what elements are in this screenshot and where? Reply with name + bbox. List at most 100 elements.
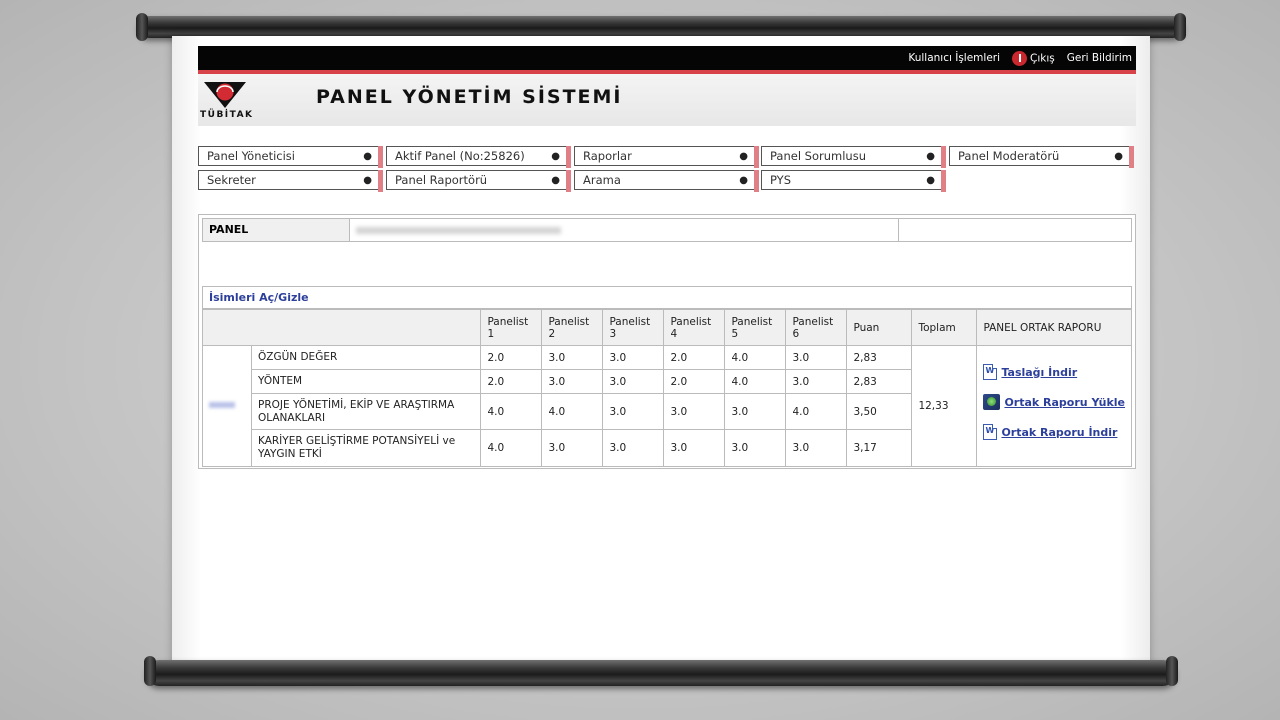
puan-cell: 3,17 bbox=[846, 429, 913, 467]
score-cell: 4.0 bbox=[480, 393, 543, 430]
score-cell: 4.0 bbox=[541, 393, 604, 430]
menu-panel-sorumlusu[interactable]: Panel Sorumlusu ● bbox=[761, 146, 946, 168]
dropdown-bullet-icon: ● bbox=[551, 151, 560, 162]
score-cell: 3.0 bbox=[541, 345, 604, 370]
menu-label: Aktif Panel (No:25826) bbox=[395, 149, 525, 163]
panel-name-redacted bbox=[350, 219, 899, 241]
score-cell: 4.0 bbox=[724, 369, 787, 394]
top-bar: Kullanıcı İşlemleri Çıkış Geri Bildirim bbox=[198, 46, 1136, 74]
feedback-link[interactable]: Geri Bildirim bbox=[1067, 52, 1132, 64]
page-title: PANEL YÖNETİM SİSTEMİ bbox=[316, 86, 623, 108]
panel-label: PANEL bbox=[203, 219, 350, 241]
score-table: Panelist 1 Panelist 2 Panelist 3 Panelis… bbox=[201, 309, 1132, 467]
score-cell: 3.0 bbox=[541, 429, 604, 467]
puan-cell: 2,83 bbox=[846, 369, 913, 394]
menu-panel-yoneticisi[interactable]: Panel Yöneticisi ● bbox=[198, 146, 383, 168]
score-cell: 3.0 bbox=[602, 393, 665, 430]
word-document-icon bbox=[983, 424, 998, 440]
score-cell: 3.0 bbox=[724, 393, 787, 430]
menu-label: Arama bbox=[583, 173, 621, 187]
score-cell: 4.0 bbox=[480, 429, 543, 467]
puan-cell: 3,50 bbox=[846, 393, 913, 430]
score-cell: 3.0 bbox=[785, 369, 848, 394]
page-header: TÜBİTAK PANEL YÖNETİM SİSTEMİ bbox=[198, 74, 1136, 126]
menu-pys[interactable]: PYS ● bbox=[761, 170, 946, 192]
dropdown-bullet-icon: ● bbox=[739, 151, 748, 162]
header-blank bbox=[201, 309, 482, 346]
header-panelist-2: Panelist 2 bbox=[541, 309, 604, 346]
menu-panel-moderatoru[interactable]: Panel Moderatörü ● bbox=[949, 146, 1134, 168]
header-panel-ortak-raporu: PANEL ORTAK RAPORU bbox=[976, 309, 1132, 346]
logout-link[interactable]: Çıkış bbox=[1012, 50, 1055, 66]
score-cell: 3.0 bbox=[785, 429, 848, 467]
dropdown-bullet-icon: ● bbox=[363, 175, 372, 186]
word-document-icon bbox=[983, 364, 998, 380]
score-cell: 3.0 bbox=[724, 429, 787, 467]
download-report-action: Ortak Raporu İndir bbox=[983, 424, 1125, 440]
score-cell: 3.0 bbox=[663, 429, 726, 467]
panel-info-empty-cell bbox=[899, 219, 1131, 241]
criterion-cell: YÖNTEM bbox=[250, 369, 482, 394]
header-toplam: Toplam bbox=[911, 309, 978, 346]
score-cell: 2.0 bbox=[480, 369, 543, 394]
puan-cell: 2,83 bbox=[846, 345, 913, 370]
header-panelist-1: Panelist 1 bbox=[480, 309, 543, 346]
header-puan: Puan bbox=[846, 309, 913, 346]
dropdown-bullet-icon: ● bbox=[926, 151, 935, 162]
criterion-cell: PROJE YÖNETİMİ, EKİP VE ARAŞTIRMA OLANAK… bbox=[250, 393, 482, 430]
score-cell: 3.0 bbox=[602, 345, 665, 370]
header-panelist-5: Panelist 5 bbox=[724, 309, 787, 346]
score-cell: 3.0 bbox=[785, 345, 848, 370]
score-cell: 3.0 bbox=[602, 429, 665, 467]
menu-label: Raporlar bbox=[583, 149, 632, 163]
menu-arama[interactable]: Arama ● bbox=[574, 170, 759, 192]
power-icon bbox=[1012, 50, 1028, 66]
score-cell: 4.0 bbox=[724, 345, 787, 370]
menu-label: PYS bbox=[770, 173, 792, 187]
toggle-names-link[interactable]: İsimleri Aç/Gizle bbox=[202, 286, 1132, 309]
draft-download-link[interactable]: Taslağı İndir bbox=[1001, 366, 1077, 379]
role-menu: Panel Yöneticisi ● Aktif Panel (No:25826)… bbox=[198, 146, 1136, 202]
total-cell: 12,33 bbox=[911, 345, 978, 467]
criterion-cell: KARİYER GELİŞTİRME POTANSİYELİ ve YAYGIN… bbox=[250, 429, 482, 467]
upload-icon bbox=[983, 394, 1001, 410]
score-cell: 3.0 bbox=[602, 369, 665, 394]
panel-section: PANEL İsimleri Aç/Gizle Panelist 1 Panel… bbox=[198, 214, 1136, 469]
dropdown-bullet-icon: ● bbox=[739, 175, 748, 186]
dropdown-bullet-icon: ● bbox=[1114, 151, 1123, 162]
criterion-cell: ÖZGÜN DEĞER bbox=[250, 345, 482, 370]
logo-text: TÜBİTAK bbox=[200, 110, 254, 120]
score-cell: 2.0 bbox=[663, 345, 726, 370]
panel-info-row: PANEL bbox=[202, 218, 1132, 242]
dropdown-bullet-icon: ● bbox=[926, 175, 935, 186]
menu-aktif-panel[interactable]: Aktif Panel (No:25826) ● bbox=[386, 146, 571, 168]
logout-label: Çıkış bbox=[1030, 52, 1055, 64]
menu-panel-raportoru[interactable]: Panel Raportörü ● bbox=[386, 170, 571, 192]
menu-label: Panel Moderatörü bbox=[958, 149, 1060, 163]
download-report-link[interactable]: Ortak Raporu İndir bbox=[1001, 426, 1117, 439]
user-operations-link[interactable]: Kullanıcı İşlemleri bbox=[908, 52, 1000, 64]
table-row: ÖZGÜN DEĞER 2.0 3.0 3.0 2.0 4.0 3.0 2,83… bbox=[202, 345, 1132, 467]
menu-label: Sekreter bbox=[207, 173, 256, 187]
application-id-redacted[interactable] bbox=[202, 345, 252, 467]
menu-label: Panel Raportörü bbox=[395, 173, 488, 187]
score-cell: 2.0 bbox=[480, 345, 543, 370]
header-panelist-3: Panelist 3 bbox=[602, 309, 665, 346]
upload-report-link[interactable]: Ortak Raporu Yükle bbox=[1004, 396, 1125, 409]
score-cell: 3.0 bbox=[541, 369, 604, 394]
dropdown-bullet-icon: ● bbox=[363, 151, 372, 162]
menu-label: Panel Yöneticisi bbox=[207, 149, 295, 163]
score-cell: 3.0 bbox=[663, 393, 726, 430]
dropdown-bullet-icon: ● bbox=[551, 175, 560, 186]
app-window: Kullanıcı İşlemleri Çıkış Geri Bildirim … bbox=[198, 46, 1136, 469]
draft-download-action: Taslağı İndir bbox=[983, 364, 1125, 380]
score-cell: 2.0 bbox=[663, 369, 726, 394]
menu-raporlar[interactable]: Raporlar ● bbox=[574, 146, 759, 168]
scroll-roller-top bbox=[136, 13, 1186, 41]
upload-report-action: Ortak Raporu Yükle bbox=[983, 394, 1125, 410]
menu-label: Panel Sorumlusu bbox=[770, 149, 866, 163]
score-table-header: Panelist 1 Panelist 2 Panelist 3 Panelis… bbox=[201, 309, 1132, 346]
report-actions-cell: Taslağı İndir Ortak Raporu Yükle Ortak R… bbox=[976, 345, 1132, 467]
menu-sekreter[interactable]: Sekreter ● bbox=[198, 170, 383, 192]
scroll-roller-bottom bbox=[144, 656, 1178, 686]
